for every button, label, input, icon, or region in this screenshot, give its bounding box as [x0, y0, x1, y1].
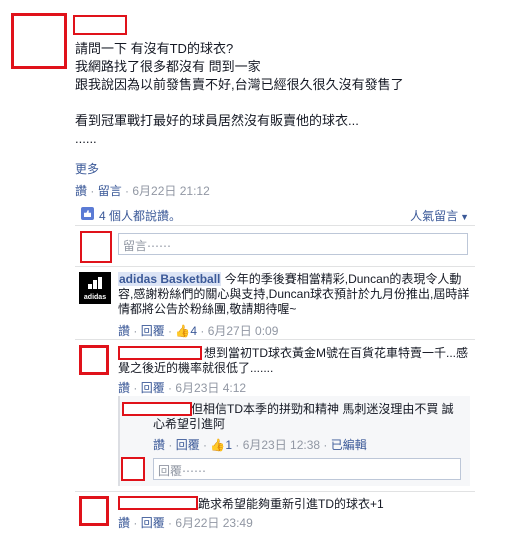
comment-meta: 讚 · 回覆 · 6月22日 23:49 — [118, 516, 253, 530]
viewer-avatar-redacted — [121, 457, 145, 481]
comment-text: adidas Basketball 今年的季後賽相當精彩,Duncan的表現令人… — [118, 272, 473, 317]
chevron-down-icon: ▼ — [460, 212, 469, 222]
post-line: ...... — [75, 131, 97, 146]
comment-link[interactable]: 留言 — [98, 184, 122, 198]
like-link[interactable]: 讚 — [118, 381, 130, 395]
commenter-name-redacted[interactable] — [118, 346, 202, 360]
reply-input[interactable]: 回覆⋯⋯ — [153, 458, 461, 480]
edited-link[interactable]: 已編輯 — [331, 438, 367, 452]
comment-timestamp[interactable]: 6月22日 23:49 — [175, 516, 252, 530]
reply-meta: 讚 · 回覆 · 👍1 · 6月23日 12:38 · 已編輯 — [153, 438, 367, 452]
sort-comments-dropdown[interactable]: 人氣留言 ▼ — [410, 207, 469, 224]
commenter-avatar-redacted[interactable] — [79, 345, 109, 375]
post-line: 我網路找了很多都沒有 問到一家 — [75, 59, 261, 74]
thumbs-up-icon[interactable]: 👍 — [175, 324, 190, 338]
commenter-avatar-redacted[interactable] — [79, 496, 109, 526]
reply-body: 但相信TD本季的拼勁和精神 馬刺迷沒理由不買 誠心希望引進阿 — [153, 402, 454, 431]
thumbs-up-icon[interactable]: 👍 — [210, 438, 225, 452]
like-link[interactable]: 讚 — [75, 184, 87, 198]
thumbs-up-icon — [81, 207, 94, 220]
sort-label: 人氣留言 — [410, 209, 459, 223]
meta-separator: · — [121, 184, 133, 198]
post-meta: 讚 · 留言 · 6月22日 21:12 — [75, 182, 210, 199]
reply-link[interactable]: 回覆 — [176, 438, 200, 452]
comment-timestamp[interactable]: 6月27日 0:09 — [208, 324, 279, 338]
comment-timestamp[interactable]: 6月23日 4:12 — [175, 381, 246, 395]
reply-link[interactable]: 回覆 — [141, 381, 165, 395]
like-link[interactable]: 讚 — [118, 516, 130, 530]
post-body: 請問一下 有沒有TD的球衣? 我網路找了很多都沒有 問到一家 跟我說因為以前發售… — [75, 40, 505, 148]
author-name-redacted[interactable] — [73, 15, 127, 35]
replier-name-redacted[interactable] — [122, 402, 192, 416]
divider — [75, 266, 475, 267]
like-link[interactable]: 讚 — [153, 438, 165, 452]
post-line: 跟我說因為以前發售賣不好,台灣已經很久很久沒有發售了 — [75, 77, 404, 92]
comment-likes-count[interactable]: 4 — [190, 324, 197, 338]
reply-link[interactable]: 回覆 — [141, 516, 165, 530]
comment-meta: 讚 · 回覆 · 6月23日 4:12 — [118, 381, 247, 395]
divider — [75, 339, 475, 340]
reply-link[interactable]: 回覆 — [141, 324, 165, 338]
comment-meta: 讚 · 回覆 · 👍4 · 6月27日 0:09 — [118, 324, 279, 338]
author-avatar-redacted[interactable] — [11, 13, 67, 69]
likes-bar: 4 個人都說讚。 人氣留言 ▼ — [75, 202, 475, 226]
reply-text: 但相信TD本季的拼勁和精神 馬刺迷沒理由不買 誠心希望引進阿 — [153, 402, 463, 432]
comment-body: 跪求希望能夠重新引進TD的球衣+1 — [198, 497, 384, 511]
commenter-name-link[interactable]: adidas Basketball — [118, 272, 222, 286]
reply-timestamp[interactable]: 6月23日 12:38 — [243, 438, 320, 452]
post-line: 看到冠軍戰打最好的球員居然沒有販賣他的球衣... — [75, 113, 359, 128]
like-link[interactable]: 讚 — [118, 324, 130, 338]
adidas-logo[interactable]: adidas — [79, 272, 111, 304]
comment-input[interactable]: 留言⋯⋯ — [118, 233, 468, 255]
see-more-link[interactable]: 更多 — [75, 160, 99, 177]
viewer-avatar-redacted — [80, 231, 112, 263]
divider — [75, 491, 475, 492]
post-timestamp[interactable]: 6月22日 21:12 — [132, 184, 209, 198]
likes-count-link[interactable]: 4 個人都說讚。 — [99, 207, 181, 224]
post-line: 請問一下 有沒有TD的球衣? — [75, 41, 234, 56]
adidas-wordmark: adidas — [83, 294, 107, 301]
commenter-name-redacted[interactable] — [118, 496, 198, 510]
meta-separator: · — [87, 184, 98, 198]
post-line-blank — [75, 94, 505, 112]
adidas-stripes-icon — [87, 277, 103, 289]
reply-likes-count[interactable]: 1 — [225, 438, 232, 452]
